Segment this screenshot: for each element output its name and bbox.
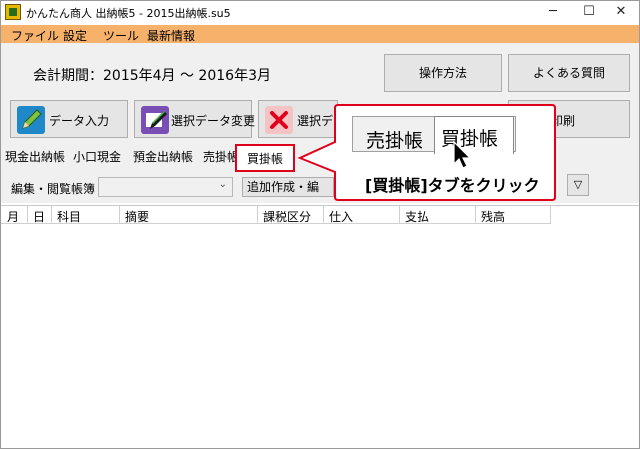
add-create-button[interactable]: 追加作成・編 [242, 177, 334, 197]
delete-selected-button[interactable]: 選択デ [258, 100, 338, 138]
data-entry-label: データ入力 [49, 114, 110, 128]
close-button[interactable]: ✕ [604, 1, 638, 23]
minimize-button[interactable]: ─ [536, 1, 570, 23]
col-purchases[interactable]: 仕入 [329, 208, 353, 225]
col-divider [323, 206, 324, 224]
ledger-select[interactable]: ⌄ [98, 177, 233, 197]
chevron-down-icon: ⌄ [218, 179, 227, 190]
col-account[interactable]: 科目 [57, 208, 81, 225]
menu-bar [1, 25, 639, 43]
tab-petty-cash[interactable]: 小口現金 [73, 148, 121, 165]
delete-selected-label: 選択デ [297, 114, 334, 128]
howto-button[interactable]: 操作方法 [384, 54, 502, 92]
edit-data-icon [141, 106, 169, 134]
tab-payables[interactable]: 買掛帳 [247, 150, 283, 167]
window-title: かんたん商人 出納帳5 - 2015出納帳.su5 [26, 7, 231, 20]
faq-button[interactable]: よくある質問 [508, 54, 630, 92]
menu-file[interactable]: ファイル [11, 27, 59, 44]
pencil-icon [17, 106, 45, 134]
change-selected-button[interactable]: 選択データ変更 [134, 100, 256, 138]
dropdown-toggle-button[interactable]: ▽ [567, 174, 589, 196]
menu-settings[interactable]: 設定 [63, 27, 87, 44]
menu-news[interactable]: 最新情報 [147, 27, 195, 44]
col-tax-category[interactable]: 課税区分 [263, 208, 311, 225]
col-divider [27, 206, 28, 224]
col-day[interactable]: 日 [33, 208, 45, 225]
print-button[interactable]: 印刷 [508, 100, 630, 138]
tab-cash-ledger[interactable]: 現金出納帳 [5, 148, 65, 165]
callout-instruction: [買掛帳]タブをクリック [365, 176, 540, 195]
col-divider [550, 206, 551, 224]
tab-deposit-ledger[interactable]: 預金出納帳 [133, 148, 193, 165]
red-x-icon [265, 106, 293, 134]
tab-receivables[interactable]: 売掛帳 [203, 148, 239, 165]
print-label: 印刷 [551, 114, 576, 128]
col-description[interactable]: 摘要 [125, 208, 149, 225]
ledger-grid: 月 日 科目 摘要 課税区分 仕入 支払 残高 [1, 205, 639, 448]
grid-header: 月 日 科目 摘要 課税区分 仕入 支払 残高 [1, 206, 551, 224]
app-logo-icon [5, 4, 21, 20]
col-balance[interactable]: 残高 [481, 208, 505, 225]
menu-tools[interactable]: ツール [103, 27, 139, 44]
mouse-pointer-icon [453, 140, 472, 169]
zoom-tab-receivables: 売掛帳 [366, 130, 424, 152]
maximize-button[interactable]: ☐ [572, 1, 606, 23]
col-divider [119, 206, 120, 224]
col-payments[interactable]: 支払 [405, 208, 429, 225]
change-selected-label: 選択データ変更 [171, 114, 256, 128]
data-entry-button[interactable]: データ入力 [10, 100, 128, 138]
accounting-period: 会計期間：2015年4月 〜 2016年3月 [33, 68, 271, 84]
col-month[interactable]: 月 [7, 208, 19, 225]
col-divider [475, 206, 476, 224]
ledger-label: 編集・閲覧帳簿 [11, 182, 96, 196]
col-divider [257, 206, 258, 224]
col-divider [399, 206, 400, 224]
col-divider [51, 206, 52, 224]
